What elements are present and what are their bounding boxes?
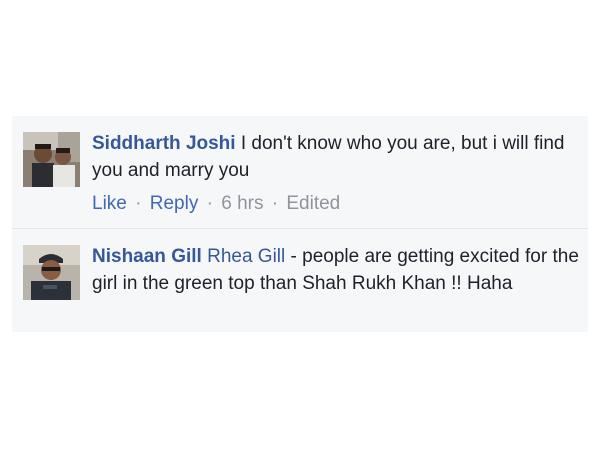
comment-divider — [12, 228, 588, 229]
like-link[interactable]: Like — [92, 193, 127, 214]
comment-body: Siddharth Joshi I don't know who you are… — [92, 130, 580, 217]
comment-author-link[interactable]: Siddharth Joshi — [92, 133, 236, 154]
separator: · — [271, 193, 279, 214]
comments-panel: Siddharth Joshi I don't know who you are… — [12, 116, 588, 332]
separator: · — [206, 193, 213, 214]
reply-link[interactable]: Reply — [150, 193, 199, 214]
avatar[interactable] — [23, 132, 80, 187]
avatar[interactable] — [23, 245, 80, 300]
edited-label[interactable]: Edited — [286, 193, 340, 214]
comment-body: Nishaan Gill Rhea Gill - people are gett… — [92, 243, 580, 297]
comment-author-link[interactable]: Nishaan Gill — [92, 246, 202, 267]
comment-actions: Like · Reply · 6 hrs · Edited — [92, 190, 580, 217]
mention-link[interactable]: Rhea Gill — [207, 246, 285, 267]
comment-timestamp[interactable]: 6 hrs — [221, 193, 263, 214]
separator: · — [135, 193, 142, 214]
